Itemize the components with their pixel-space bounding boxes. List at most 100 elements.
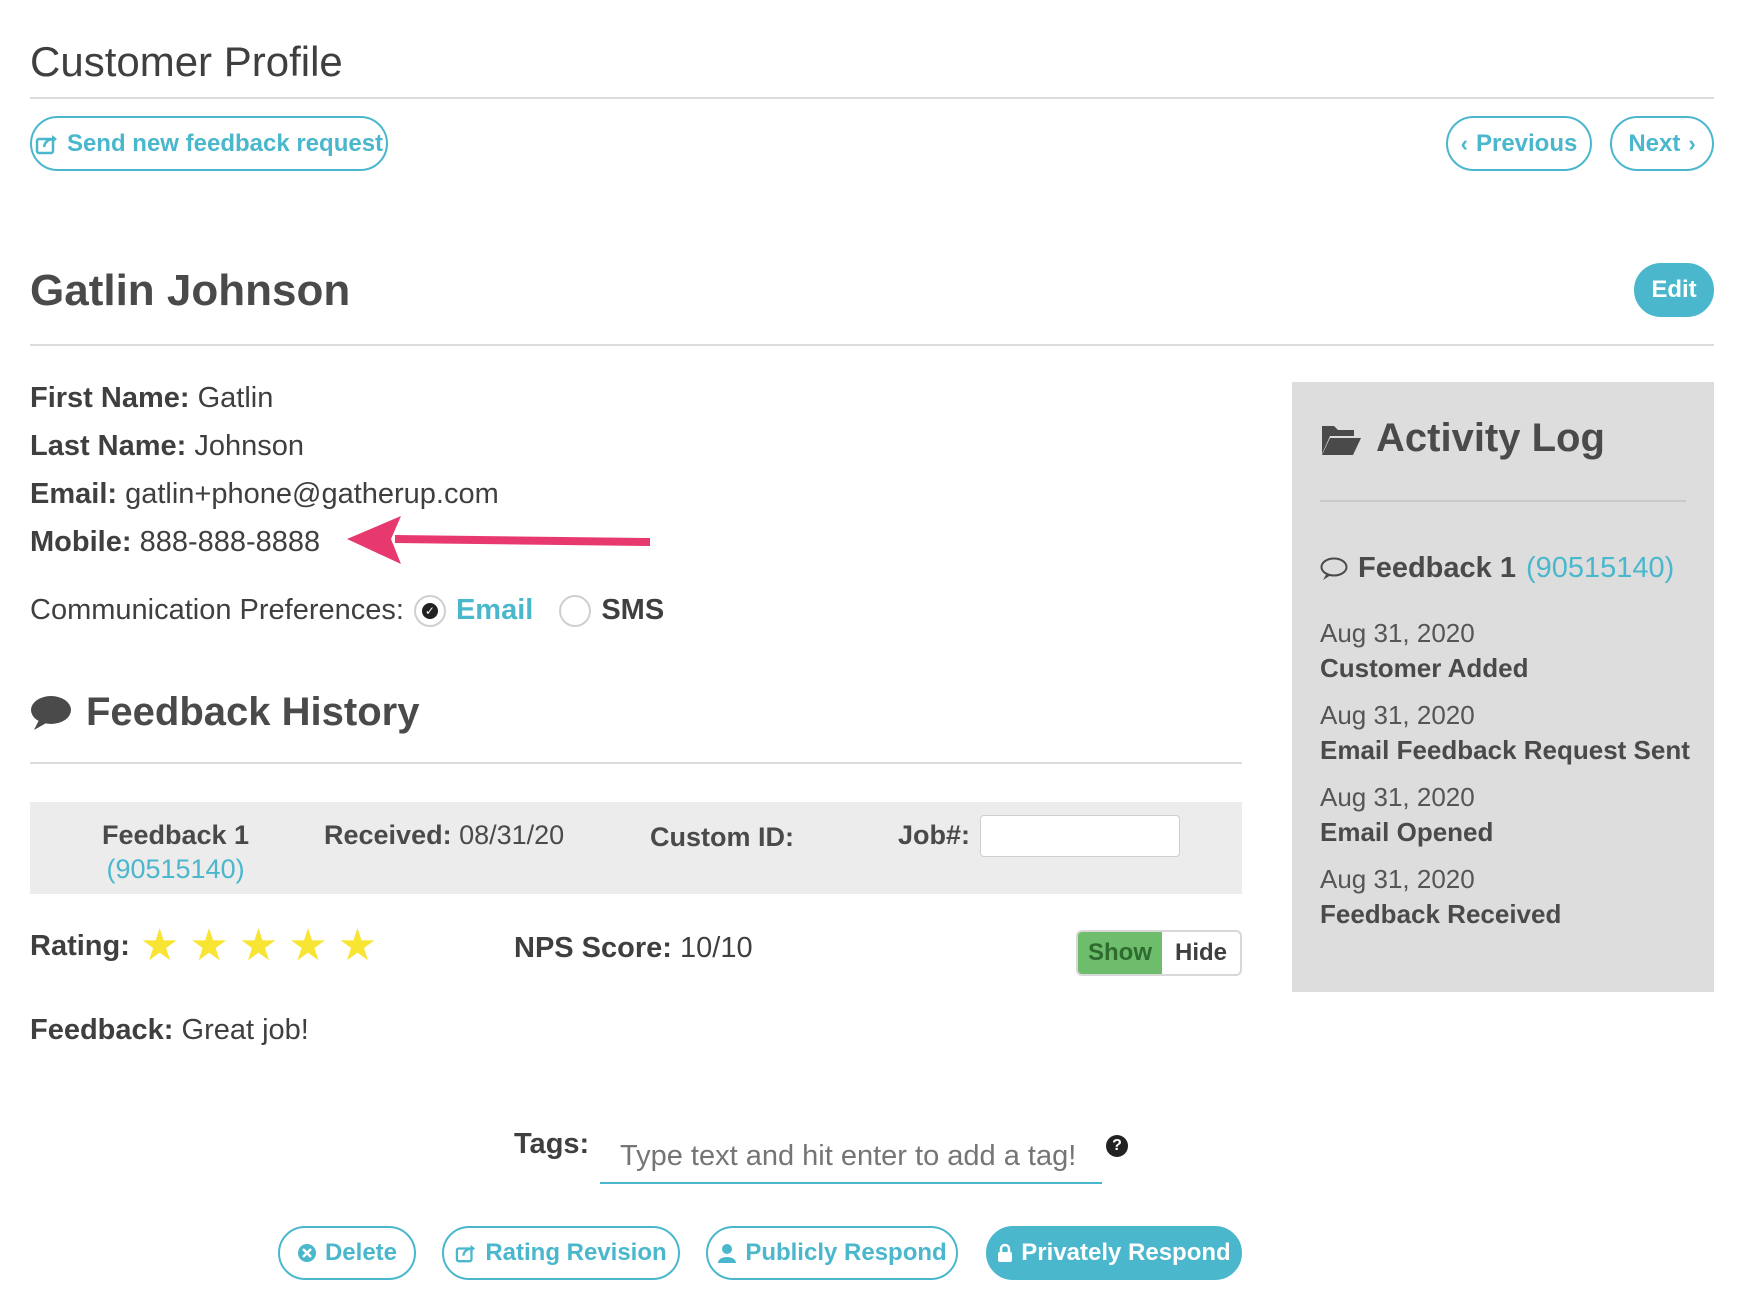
rating-revision-button[interactable]: Rating Revision: [442, 1226, 680, 1280]
activity-log-entry: Aug 31, 2020 Customer Added: [1320, 618, 1529, 684]
star-icon: ★: [139, 921, 180, 970]
feedback-item-title: Feedback 1 (90515140): [102, 818, 249, 886]
entry-event: Email Feedback Request Sent: [1320, 735, 1690, 765]
last-name-label: Last Name:: [30, 430, 187, 462]
entry-event: Email Opened: [1320, 817, 1494, 847]
next-label: Next: [1628, 129, 1681, 157]
activity-log-feedback-id-link[interactable]: (90515140): [1526, 552, 1674, 585]
question-circle-icon[interactable]: ?: [1106, 1135, 1128, 1157]
custom-id-label: Custom ID:: [650, 822, 794, 852]
entry-date: Aug 31, 2020: [1320, 618, 1475, 648]
rating: Rating: ★ ★ ★ ★ ★: [30, 924, 387, 968]
received-label: Received:: [324, 820, 452, 850]
page-title: Customer Profile: [30, 38, 343, 85]
publicly-respond-label: Publicly Respond: [745, 1239, 947, 1266]
next-button[interactable]: Next ›: [1610, 116, 1714, 171]
publicly-respond-button[interactable]: Publicly Respond: [706, 1226, 958, 1280]
comment-outline-icon: [1320, 557, 1348, 580]
entry-date: Aug 31, 2020: [1320, 782, 1475, 812]
privately-respond-label: Privately Respond: [1021, 1239, 1231, 1266]
communication-preferences: Communication Preferences: ✓ Email SMS: [30, 594, 664, 627]
nps-score: NPS Score: 10/10: [514, 932, 753, 965]
customer-profile-page: Customer Profile Send new feedback reque…: [0, 0, 1744, 1306]
first-name-value: Gatlin: [197, 382, 274, 414]
feedback-text-value: Great job!: [181, 1014, 309, 1046]
delete-button[interactable]: Delete: [278, 1226, 416, 1280]
chevron-left-icon: ‹: [1460, 130, 1468, 156]
share-icon: [456, 1244, 476, 1263]
mobile-row: Mobile: 888-888-8888: [30, 526, 320, 559]
tags-input[interactable]: [600, 1130, 1102, 1184]
feedback-history-heading: Feedback History: [30, 690, 419, 735]
nps-value: 10/10: [680, 932, 753, 964]
check-icon: ✓: [421, 602, 438, 619]
delete-label: Delete: [324, 1239, 398, 1266]
star-icon: ★: [337, 921, 378, 970]
show-hide-toggle[interactable]: Show Hide: [1076, 930, 1242, 976]
rating-revision-label: Rating Revision: [485, 1239, 667, 1266]
email-option-label[interactable]: Email: [456, 594, 533, 627]
send-feedback-request-button[interactable]: Send new feedback request: [30, 116, 388, 171]
header-divider: [30, 97, 1714, 99]
activity-log-title: Activity Log: [1376, 416, 1605, 460]
feedback-text-label: Feedback:: [30, 1014, 174, 1046]
previous-button[interactable]: ‹ Previous: [1446, 116, 1592, 171]
lock-icon: [998, 1243, 1013, 1262]
activity-log-feedback-label: Feedback 1: [1358, 552, 1516, 584]
name-divider: [30, 344, 1714, 346]
chevron-right-icon: ›: [1688, 130, 1696, 156]
entry-date: Aug 31, 2020: [1320, 864, 1475, 894]
hide-option[interactable]: Hide: [1162, 932, 1240, 974]
last-name-value: Johnson: [194, 430, 305, 462]
star-icon: ★: [288, 921, 328, 970]
email-radio[interactable]: ✓: [413, 594, 446, 627]
privately-respond-button[interactable]: Privately Respond: [986, 1226, 1242, 1280]
feedback-history-divider: [30, 762, 1242, 764]
entry-event: Customer Added: [1320, 653, 1529, 683]
edit-button[interactable]: Edit: [1634, 263, 1714, 317]
activity-log-feedback: Feedback 1 (90515140): [1320, 552, 1674, 585]
sms-option-label[interactable]: SMS: [601, 594, 664, 627]
sms-radio[interactable]: [559, 594, 592, 627]
folder-open-icon: [1322, 425, 1361, 455]
first-name-row: First Name: Gatlin: [30, 382, 273, 415]
times-circle-icon: [297, 1244, 316, 1262]
first-name-label: First Name:: [30, 382, 190, 414]
activity-log-panel: Activity Log Feedback 1 (90515140) Aug 3…: [1292, 382, 1714, 992]
activity-log-entry: Aug 31, 2020 Email Opened: [1320, 782, 1493, 848]
email-value: gatlin+phone@gatherup.com: [125, 478, 499, 510]
entry-date: Aug 31, 2020: [1320, 700, 1475, 730]
user-icon: [718, 1244, 737, 1263]
activity-log-entry: Aug 31, 2020 Feedback Received: [1320, 864, 1561, 930]
received-value: 08/31/20: [459, 820, 565, 850]
received-date: Received: 08/31/20: [324, 820, 564, 851]
edit-label: Edit: [1651, 276, 1697, 303]
mobile-label: Mobile:: [30, 526, 132, 558]
star-rating: ★ ★ ★ ★ ★: [140, 924, 387, 968]
email-label: Email:: [30, 478, 118, 510]
communication-preferences-label: Communication Preferences:: [30, 594, 404, 626]
mobile-value: 888-888-8888: [139, 526, 321, 558]
feedback-item-id-link[interactable]: (90515140): [102, 852, 249, 886]
last-name-row: Last Name: Johnson: [30, 430, 304, 463]
job-number-input[interactable]: [980, 815, 1180, 857]
previous-label: Previous: [1475, 129, 1578, 157]
show-option[interactable]: Show: [1078, 932, 1162, 974]
activity-log-entry: Aug 31, 2020 Email Feedback Request Sent: [1320, 700, 1690, 766]
job-label: Job#:: [898, 820, 971, 850]
annotation-arrow-icon: [347, 516, 651, 564]
feedback-item-label: Feedback 1: [102, 820, 250, 850]
star-icon: ★: [189, 921, 229, 970]
send-feedback-request-label: Send new feedback request: [66, 129, 384, 157]
star-icon: ★: [238, 921, 279, 970]
rating-label: Rating:: [30, 929, 130, 962]
activity-log-heading: Activity Log: [1320, 416, 1605, 461]
feedback-history-title: Feedback History: [86, 690, 420, 734]
tags-label: Tags:: [514, 1128, 590, 1160]
customer-name: Gatlin Johnson: [30, 266, 351, 315]
feedback-text: Feedback: Great job!: [30, 1014, 309, 1047]
activity-log-divider: [1320, 500, 1686, 502]
comment-icon: [31, 695, 71, 730]
email-row: Email: gatlin+phone@gatherup.com: [30, 478, 499, 511]
share-icon: [35, 134, 57, 154]
